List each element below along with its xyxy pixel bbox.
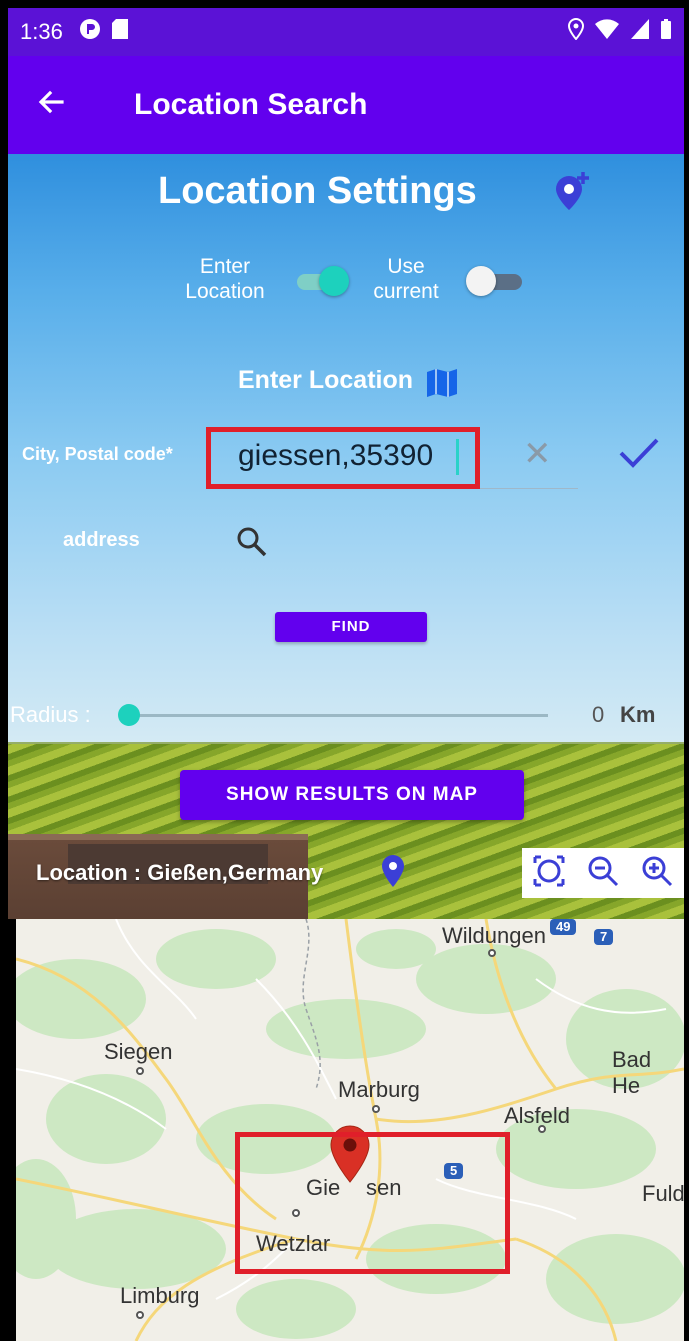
map-city-marker	[488, 949, 496, 957]
map-city-label: Limburg	[120, 1283, 200, 1308]
map-city-marker	[372, 1105, 380, 1113]
radius-unit: Km	[620, 702, 656, 727]
map-city-label: Marburg	[338, 1077, 420, 1102]
status-right	[567, 17, 672, 46]
map-city-marker	[136, 1311, 144, 1319]
switch-thumb	[319, 266, 349, 296]
map-city-label: Wildungen	[442, 923, 546, 948]
results-map[interactable]: Wildungen 49 7 Siegen Marburg Alsfeld Ba…	[16, 919, 684, 1341]
current-location-text: Location : Gießen,Germany	[36, 860, 324, 885]
radius-value: 0	[592, 702, 605, 727]
map-city-label: Bad He	[612, 1047, 652, 1098]
zoom-in-icon[interactable]	[640, 854, 674, 893]
device-frame: 1:36 Location Search Location Settings E…	[0, 0, 689, 1341]
city-input-highlight	[206, 427, 480, 489]
map-city-label: Siegen	[104, 1039, 173, 1064]
location-status-icon	[567, 17, 585, 46]
location-pin-icon	[380, 854, 406, 893]
map-city-marker	[538, 1125, 546, 1133]
highway-shield: 7	[594, 929, 614, 945]
map-icon	[426, 368, 458, 403]
check-icon[interactable]	[618, 436, 660, 475]
highway-shield: 49	[550, 919, 577, 935]
wifi-icon	[594, 18, 620, 46]
map-city-label: Alsfeld	[504, 1103, 571, 1128]
show-results-on-map-button[interactable]: SHOW RESULTS ON MAP	[180, 770, 524, 820]
map-city-marker	[136, 1067, 144, 1075]
map-city-label: Fuld	[642, 1181, 684, 1206]
sd-card-icon	[111, 18, 129, 46]
radius-slider-track[interactable]	[128, 714, 548, 717]
clear-icon[interactable]: ✕	[523, 434, 552, 474]
status-bar: 1:36	[8, 8, 684, 56]
app-notification-icon	[79, 18, 101, 46]
switch-thumb	[466, 266, 496, 296]
toggle-use-current[interactable]	[464, 266, 530, 296]
toggle-use-current-label: Use current	[356, 254, 456, 304]
toggle-use-current-text: Use current	[373, 255, 439, 304]
back-arrow-icon[interactable]	[36, 87, 96, 123]
app-bar-title: Location Search	[134, 88, 368, 121]
add-location-icon[interactable]	[553, 172, 591, 212]
toggle-enter-location-label: Enter Location	[170, 254, 280, 304]
page-heading: Location Settings	[158, 170, 477, 212]
map-marker-highlight	[235, 1132, 510, 1274]
enter-location-heading: Enter Location	[238, 366, 414, 394]
find-button[interactable]: FIND	[275, 612, 427, 642]
recenter-icon[interactable]	[532, 854, 566, 893]
city-postal-label: City, Postal code*	[22, 444, 173, 464]
battery-icon	[660, 18, 672, 46]
toggle-enter-location-text: Enter Location	[185, 255, 265, 304]
toggle-enter-location[interactable]	[289, 266, 355, 296]
zoom-out-icon[interactable]	[586, 854, 620, 893]
location-settings-panel: Location Settings Enter Location Use cur…	[8, 154, 684, 919]
search-icon[interactable]	[236, 526, 268, 563]
radius-label: Radius :	[10, 702, 91, 727]
signal-icon	[630, 18, 650, 46]
status-time: 1:36	[20, 19, 63, 44]
radius-slider-thumb[interactable]	[118, 704, 140, 726]
address-label: address	[63, 529, 140, 551]
map-controls	[522, 848, 684, 898]
app-bar: Location Search	[8, 56, 684, 154]
